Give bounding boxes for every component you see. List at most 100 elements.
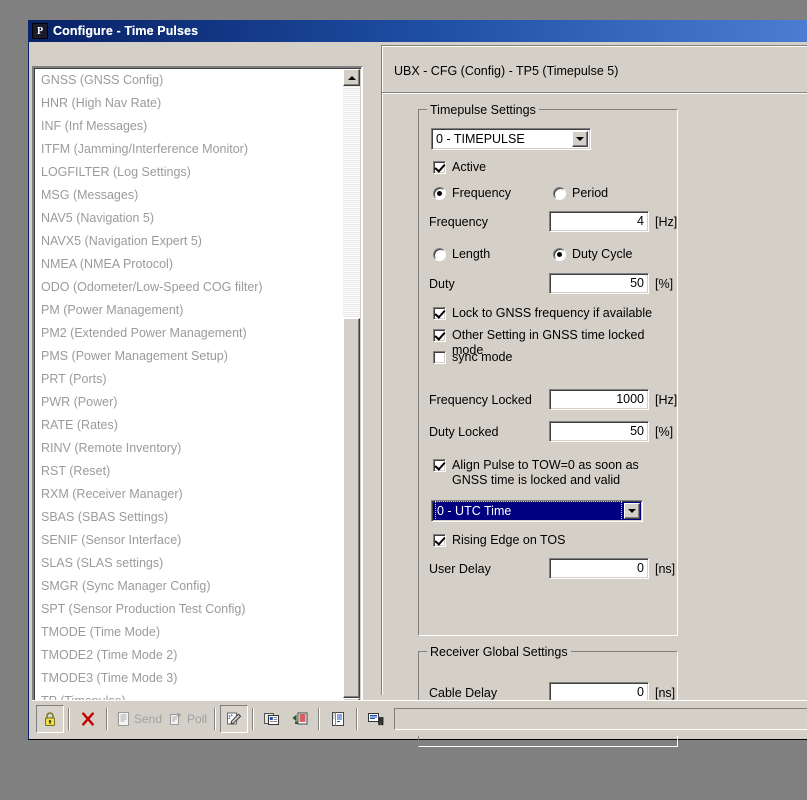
cable-delay-label: Cable Delay	[429, 686, 498, 700]
wand-button[interactable]	[220, 704, 249, 733]
scroll-up-button[interactable]	[343, 69, 360, 86]
checkbox-check-icon	[433, 459, 446, 472]
list-item[interactable]: PRT (Ports)	[36, 368, 343, 391]
list-item[interactable]: MSG (Messages)	[36, 184, 343, 207]
list-item[interactable]: ITFM (Jamming/Interference Monitor)	[36, 138, 343, 161]
list-item[interactable]: NAV5 (Navigation 5)	[36, 207, 343, 230]
user-delay-input[interactable]: 0	[549, 558, 649, 579]
documentation-button[interactable]	[324, 705, 352, 733]
title-divider	[382, 92, 807, 94]
duty-cycle-radio[interactable]: Duty Cycle	[553, 247, 632, 261]
duty-locked-input[interactable]: 50	[549, 421, 649, 442]
sync-mode-checkbox[interactable]: sync mode	[433, 350, 512, 365]
checkbox-check-icon	[433, 534, 446, 547]
toolbar-separator	[356, 707, 359, 730]
poll-document-icon	[170, 712, 182, 725]
binary-view-button[interactable]	[362, 705, 390, 733]
frequency-field-label: Frequency	[429, 215, 489, 229]
list-item[interactable]: INF (Inf Messages)	[36, 115, 343, 138]
list-item[interactable]: ODO (Odometer/Low-Speed COG filter)	[36, 276, 343, 299]
list-item[interactable]: TMODE2 (Time Mode 2)	[36, 644, 343, 667]
magic-wand-icon	[227, 712, 242, 724]
period-radio[interactable]: Period	[553, 186, 608, 200]
send-document-icon	[117, 711, 129, 726]
radio-unselected-icon	[553, 186, 566, 200]
list-item[interactable]: RXM (Receiver Manager)	[36, 483, 343, 506]
checkbox-check-icon	[433, 329, 446, 342]
list-item[interactable]: PM (Power Management)	[36, 299, 343, 322]
active-checkbox[interactable]: Active	[433, 160, 486, 175]
list-item[interactable]: HNR (High Nav Rate)	[36, 92, 343, 115]
clear-button[interactable]	[74, 705, 102, 733]
timepulse-select[interactable]: 0 - TIMEPULSE	[431, 128, 591, 150]
timegrid-select[interactable]: 0 - UTC Time	[431, 500, 643, 522]
frequency-input[interactable]: 4	[549, 211, 649, 232]
list-item[interactable]: PWR (Power)	[36, 391, 343, 414]
list-item[interactable]: SPT (Sensor Production Test Config)	[36, 598, 343, 621]
duty-input[interactable]: 50	[549, 273, 649, 294]
timepulse-select-value: 0 - TIMEPULSE	[436, 132, 525, 146]
rising-edge-tos-checkbox[interactable]: Rising Edge on TOS	[433, 533, 566, 548]
toolbar-status-field[interactable]	[394, 707, 807, 730]
padlock-icon	[45, 711, 55, 726]
timegrid-select-dropdown-button[interactable]	[624, 503, 640, 519]
toolbar-separator	[106, 707, 108, 730]
configuration-message-list[interactable]: GNSS (GNSS Config) HNR (High Nav Rate) INF…	[32, 66, 363, 718]
frequency-radio[interactable]: Frequency	[433, 186, 511, 200]
message-list-items: GNSS (GNSS Config) HNR (High Nav Rate) INF…	[36, 69, 343, 715]
copy-config-button[interactable]	[258, 705, 286, 733]
toolbar-separator	[214, 707, 217, 730]
align-pulse-checkbox[interactable]: Align Pulse to TOW=0 as soon as GNSS tim…	[433, 458, 668, 488]
list-item[interactable]: RATE (Rates)	[36, 414, 343, 437]
user-delay-label: User Delay	[429, 562, 491, 576]
chevron-down-icon	[628, 509, 636, 513]
user-delay-unit: [ns]	[655, 562, 676, 576]
window-client-area: GNSS (GNSS Config) HNR (High Nav Rate) INF…	[29, 42, 807, 747]
list-item[interactable]: LOGFILTER (Log Settings)	[36, 161, 343, 184]
length-radio[interactable]: Length	[433, 247, 490, 261]
radio-unselected-icon	[433, 247, 446, 261]
configuration-detail-pane: UBX - CFG (Config) - TP5 (Timepulse 5) T…	[381, 45, 807, 747]
import-button[interactable]	[286, 705, 314, 733]
toolbar-separator	[252, 707, 255, 730]
lock-gnss-frequency-checkbox[interactable]: Lock to GNSS frequency if available	[433, 306, 652, 321]
message-list-scrollbar[interactable]	[343, 69, 360, 715]
checkbox-check-icon	[433, 161, 446, 174]
timepulse-select-dropdown-button[interactable]	[572, 131, 588, 147]
duty-unit: [%]	[655, 277, 674, 291]
checkbox-unchecked-icon	[433, 351, 446, 364]
list-item[interactable]: TMODE (Time Mode)	[36, 621, 343, 644]
list-item[interactable]: PM2 (Extended Power Management)	[36, 322, 343, 345]
scrollbar-thumb[interactable]	[343, 318, 360, 698]
lock-config-button[interactable]	[36, 704, 64, 733]
radio-selected-icon	[433, 186, 446, 200]
align-pulse-label: Align Pulse to TOW=0 as soon as GNSS tim…	[452, 458, 639, 487]
configure-time-pulses-window: P Configure - Time Pulses GNSS (GNSS Con…	[28, 20, 807, 747]
receiver-global-settings-legend: Receiver Global Settings	[427, 645, 571, 659]
window-titlebar[interactable]: P Configure - Time Pulses	[29, 20, 807, 42]
send-button-label: Send	[134, 711, 163, 726]
send-button[interactable]: Send	[112, 705, 165, 733]
list-item[interactable]: PMS (Power Management Setup)	[36, 345, 343, 368]
checkbox-check-icon	[433, 307, 446, 320]
list-item[interactable]: SMGR (Sync Manager Config)	[36, 575, 343, 598]
binary-view-icon	[368, 712, 384, 725]
poll-button[interactable]: Poll	[165, 705, 210, 733]
list-item[interactable]: SLAS (SLAS settings)	[36, 552, 343, 575]
list-item[interactable]: RST (Reset)	[36, 460, 343, 483]
list-item[interactable]: NAVX5 (Navigation Expert 5)	[36, 230, 343, 253]
frequency-locked-unit: [Hz]	[655, 393, 678, 407]
list-item[interactable]: NMEA (NMEA Protocol)	[36, 253, 343, 276]
chevron-down-icon	[576, 137, 584, 141]
list-item[interactable]: SENIF (Sensor Interface)	[36, 529, 343, 552]
list-item[interactable]: RINV (Remote Inventory)	[36, 437, 343, 460]
toolbar-separator	[68, 707, 70, 730]
list-item[interactable]: SBAS (SBAS Settings)	[36, 506, 343, 529]
radio-selected-icon	[553, 247, 566, 261]
frequency-locked-input[interactable]: 1000	[549, 389, 649, 410]
sync-mode-label: sync mode	[452, 350, 513, 364]
list-item[interactable]: TMODE3 (Time Mode 3)	[36, 667, 343, 690]
timepulse-settings-group: Timepulse Settings 0 - TIMEPULSE Active	[418, 103, 678, 636]
list-item[interactable]: GNSS (GNSS Config)	[36, 69, 343, 92]
frequency-locked-label: Frequency Locked	[429, 393, 532, 407]
